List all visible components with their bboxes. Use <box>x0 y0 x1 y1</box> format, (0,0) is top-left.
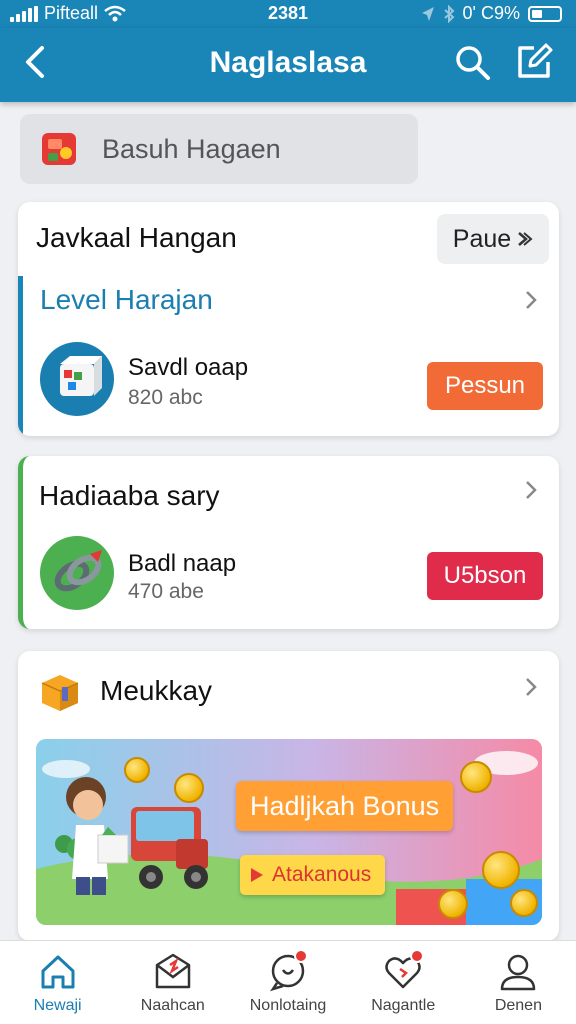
tab-mail[interactable]: Naahcan <box>115 941 230 1024</box>
item-subtitle: 820 abc <box>128 386 203 409</box>
bonus-card: Meukkay Hadljkah Bonus Atakanous <box>18 651 559 941</box>
chevron-right-icon[interactable] <box>521 677 541 697</box>
chevron-right-icon <box>518 232 533 246</box>
play-icon <box>251 868 263 882</box>
item-action-button[interactable]: U5bson <box>427 552 543 600</box>
tab-profile[interactable]: Denen <box>461 941 576 1024</box>
app-logo-icon <box>42 133 76 165</box>
card-title: Hadiaaba sary <box>39 480 220 511</box>
gift-box-icon <box>41 675 79 711</box>
notification-badge <box>409 949 424 963</box>
section-title[interactable]: Level Harajan <box>40 284 213 316</box>
item-name: Badl naap <box>128 550 237 577</box>
location-icon <box>421 6 434 21</box>
item-subtitle: 470 abe <box>128 580 204 603</box>
tab-label: Naahcan <box>140 997 205 1014</box>
battery-percent: 0' C9% <box>462 3 520 23</box>
search-placeholder: Basuh Hagaen <box>102 133 281 164</box>
home-icon <box>41 955 75 989</box>
item-action-button[interactable]: Pessun <box>427 362 543 410</box>
tab-label: Newaji <box>33 997 82 1014</box>
battery-icon <box>528 5 562 22</box>
tab-home[interactable]: Newaji <box>0 941 115 1024</box>
search-input[interactable]: Basuh Hagaen <box>20 114 418 184</box>
chevron-right-icon[interactable] <box>521 480 541 500</box>
pause-button[interactable]: Paue <box>437 214 549 264</box>
mail-icon <box>155 953 191 989</box>
level-card: Javkaal Hangan Paue Level Harajan Savdl … <box>18 202 559 436</box>
banner-cta-label: Atakanous <box>272 863 372 886</box>
coin-icon <box>124 757 150 783</box>
tab-notifications[interactable]: Nonlotaing <box>230 941 345 1024</box>
coin-icon <box>438 889 468 919</box>
tab-label: Nonlotaing <box>249 997 327 1014</box>
card-title: Meukkay <box>100 675 213 706</box>
link-icon <box>40 536 114 610</box>
banner-cta-button[interactable]: Atakanous <box>240 855 386 895</box>
coin-icon <box>174 773 204 803</box>
status-bar: Pifteall 2381 0' C9% <box>0 0 576 28</box>
coin-icon <box>460 761 492 793</box>
tab-favorites[interactable]: Nagantle <box>346 941 461 1024</box>
profile-icon <box>501 954 536 991</box>
pause-label: Paue <box>452 224 512 253</box>
banner-title: Hadljkah Bonus <box>236 781 454 831</box>
bonus-banner[interactable]: Hadljkah Bonus Atakanous <box>36 739 542 925</box>
item-name: Savdl oaap <box>128 354 249 381</box>
tab-label: Nagantle <box>371 997 436 1014</box>
coin-icon <box>482 851 520 889</box>
app-bar: Naglaslasa <box>0 28 576 102</box>
bottom-tab-bar: Newaji Naahcan Nonlotaing Nagantle Denen <box>0 940 576 1024</box>
chevron-right-icon[interactable] <box>521 290 541 310</box>
edit-icon[interactable] <box>514 42 554 82</box>
coin-icon <box>510 889 538 917</box>
bluetooth-icon <box>443 4 454 23</box>
tab-label: Denen <box>494 997 542 1014</box>
search-icon[interactable] <box>452 42 492 82</box>
card-title: Javkaal Hangan <box>36 222 237 253</box>
accent-bar <box>18 276 23 436</box>
reward-card: Hadiaaba sary Badl naap 470 abe U5bson <box>18 456 559 629</box>
cube-icon <box>40 342 114 416</box>
